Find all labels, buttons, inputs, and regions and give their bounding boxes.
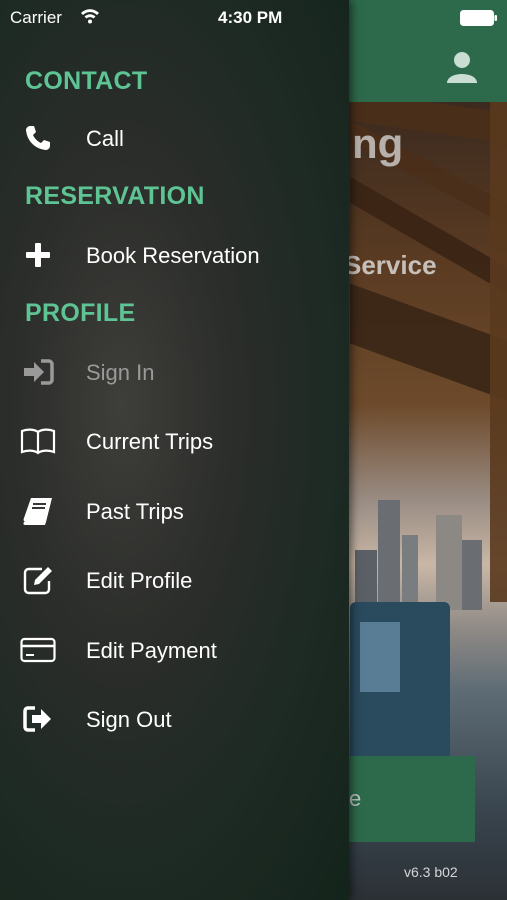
menu-item-label: Call (86, 126, 124, 151)
battery-icon (460, 10, 498, 26)
clock: 4:30 PM (218, 8, 283, 27)
background-subtitle: Service (344, 250, 437, 280)
sign-out-icon (20, 705, 56, 733)
section-header-reservation: RESERVATION (25, 182, 205, 210)
section-header-profile: PROFILE (25, 299, 136, 327)
menu-item-label: Sign In (86, 360, 155, 385)
menu-item-sign-in[interactable]: Sign In (0, 346, 349, 398)
menu-item-label: Book Reservation (86, 243, 260, 268)
carrier-label: Carrier (10, 8, 62, 27)
menu-item-book-reservation[interactable]: Book Reservation (0, 229, 349, 281)
user-profile-icon[interactable] (445, 50, 479, 84)
background-action-label: e (349, 786, 362, 811)
menu-item-current-trips[interactable]: Current Trips (0, 415, 349, 467)
menu-item-past-trips[interactable]: Past Trips (0, 485, 349, 537)
credit-card-icon (20, 636, 56, 664)
section-header-contact: CONTACT (25, 67, 148, 95)
menu-item-label: Edit Payment (86, 638, 217, 663)
sign-in-icon (20, 358, 56, 386)
menu-item-edit-profile[interactable]: Edit Profile (0, 554, 349, 606)
menu-item-label: Edit Profile (86, 568, 193, 593)
wifi-icon (80, 8, 100, 24)
navigation-drawer: CONTACT Call RESERVATION Book Reservatio… (0, 0, 349, 900)
edit-icon (20, 566, 56, 595)
closed-book-icon (20, 497, 56, 525)
background-action-button[interactable] (349, 756, 475, 842)
version-label: v6.3 b02 (404, 864, 458, 880)
phone-icon (20, 124, 56, 152)
menu-item-label: Past Trips (86, 499, 184, 524)
status-bar: Carrier 4:30 PM (0, 0, 507, 36)
open-book-icon (20, 427, 56, 455)
menu-item-label: Current Trips (86, 429, 214, 454)
menu-item-label: Sign Out (86, 707, 172, 732)
menu-item-sign-out[interactable]: Sign Out (0, 693, 349, 745)
menu-item-edit-payment[interactable]: Edit Payment (0, 624, 349, 676)
plus-icon (20, 241, 56, 269)
menu-item-call[interactable]: Call (0, 112, 349, 164)
background-title: ng (352, 120, 404, 167)
